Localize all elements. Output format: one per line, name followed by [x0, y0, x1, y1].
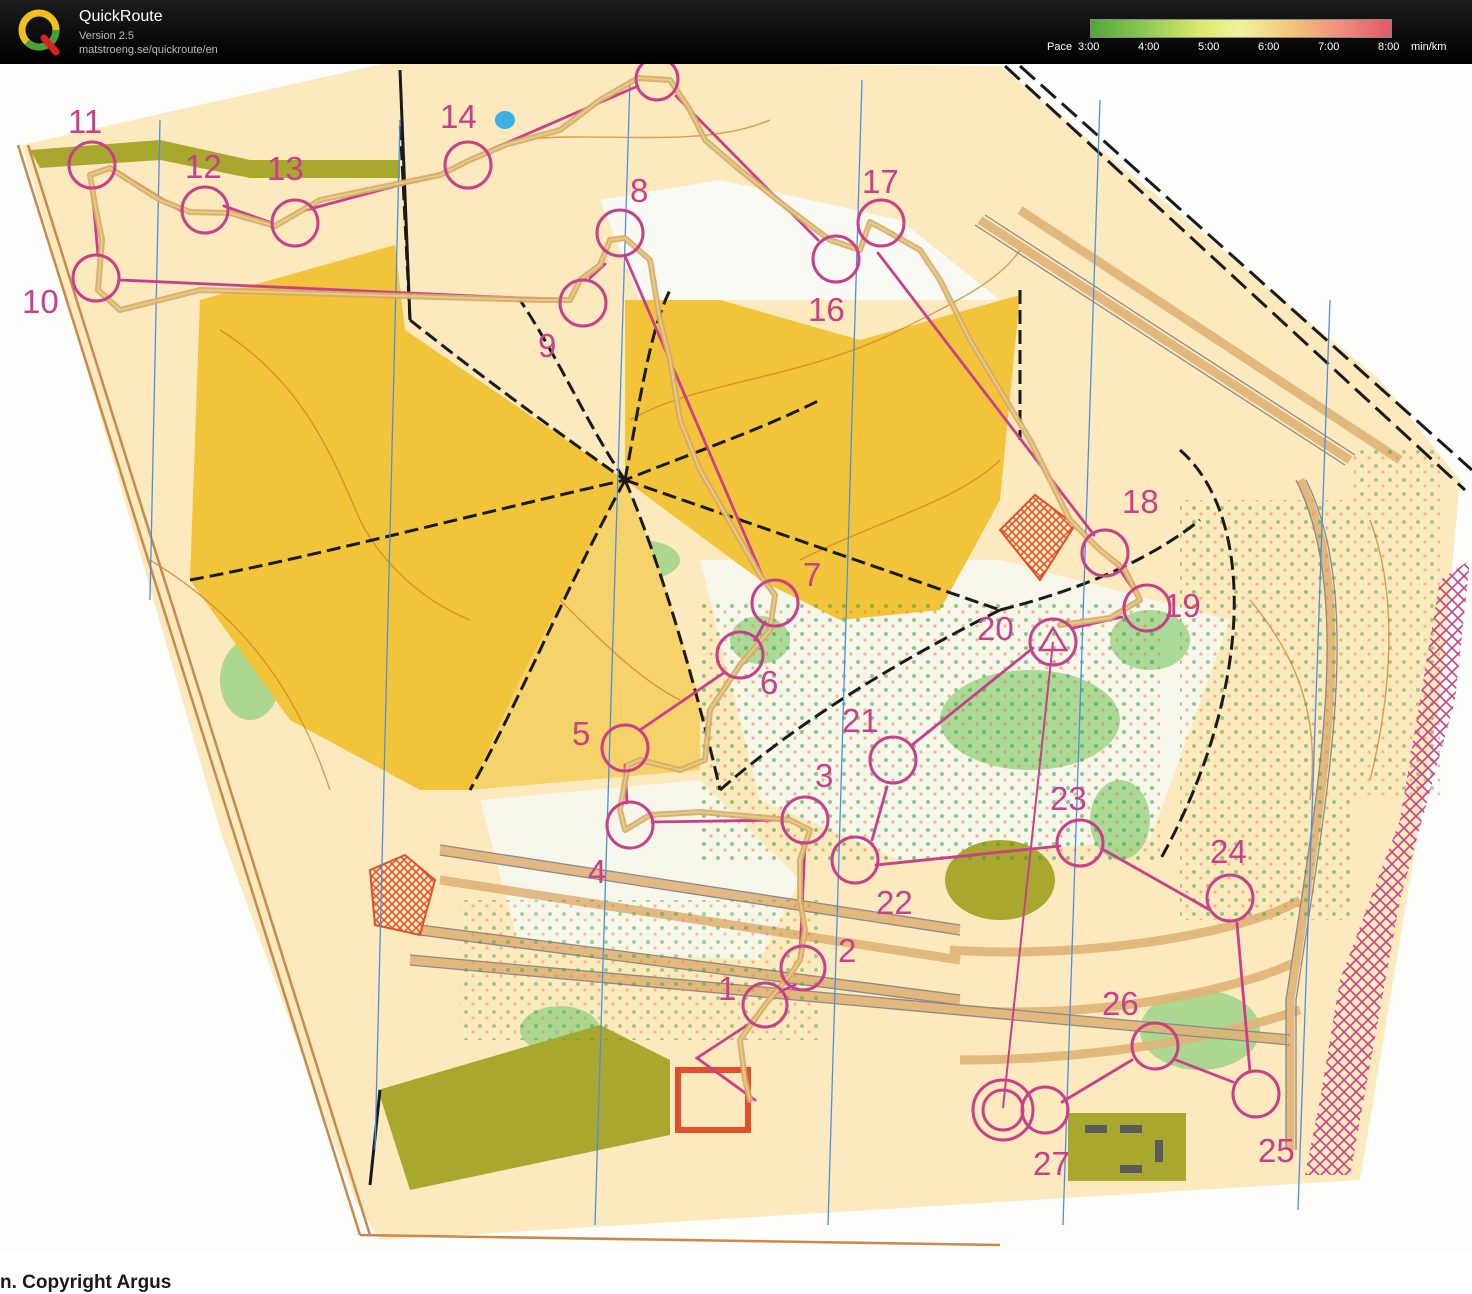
scattered-features [460, 900, 820, 1040]
control-number: 8 [630, 172, 648, 209]
pace-color-scale [1090, 19, 1392, 38]
control-number: 4 [588, 853, 606, 890]
control-number: 7 [803, 556, 821, 593]
scattered-features [1180, 500, 1350, 920]
control-number: 3 [815, 757, 833, 794]
control-number: 5 [572, 715, 590, 752]
pace-tick: 8:00 [1378, 41, 1400, 53]
control-number: 20 [977, 610, 1014, 647]
control-number: 9 [538, 327, 556, 364]
map-canvas: 1 2 3 4 5 6 7 8 9 10 11 12 13 14 16 17 1… [0, 56, 1472, 1252]
pace-label: Pace [1047, 41, 1073, 53]
control-number: 19 [1164, 587, 1201, 624]
control-number: 27 [1033, 1145, 1070, 1182]
control-number: 18 [1122, 483, 1159, 520]
control-number: 26 [1102, 985, 1139, 1022]
control-number: 16 [808, 291, 845, 328]
control-number: 1 [718, 970, 736, 1007]
pace-tick: 7:00 [1318, 41, 1340, 53]
pace-unit: min/km [1411, 41, 1447, 53]
app-header: QuickRoute Version 2.5 matstroeng.se/qui… [0, 0, 1472, 64]
pace-tick: 5:00 [1198, 41, 1220, 53]
pond [495, 111, 515, 129]
control-number: 11 [68, 103, 102, 140]
control-number: 21 [842, 702, 879, 739]
control-number: 12 [185, 148, 222, 185]
pace-tick: 3:00 [1078, 41, 1100, 53]
control-number: 23 [1050, 780, 1087, 817]
app-url[interactable]: matstroeng.se/quickroute/en [79, 44, 218, 56]
control-number: 22 [876, 884, 913, 921]
pace-tick: 6:00 [1258, 41, 1280, 53]
map-copyright: n. Copyright Argus [0, 1272, 172, 1293]
control-number: 2 [838, 932, 856, 969]
control-number: 17 [862, 163, 899, 200]
pace-tick: 4:00 [1138, 41, 1160, 53]
control-number: 14 [440, 98, 477, 135]
control-number: 6 [760, 664, 778, 701]
quickroute-logo-icon [18, 9, 60, 56]
control-number: 10 [22, 283, 59, 320]
control-number: 24 [1210, 833, 1247, 870]
app-title: QuickRoute [79, 8, 163, 25]
orienteering-map[interactable]: 1 2 3 4 5 6 7 8 9 10 11 12 13 14 16 17 1… [0, 56, 1472, 1293]
control-number: 25 [1258, 1132, 1295, 1169]
app-version: Version 2.5 [79, 30, 135, 42]
control-number: 13 [267, 150, 304, 187]
